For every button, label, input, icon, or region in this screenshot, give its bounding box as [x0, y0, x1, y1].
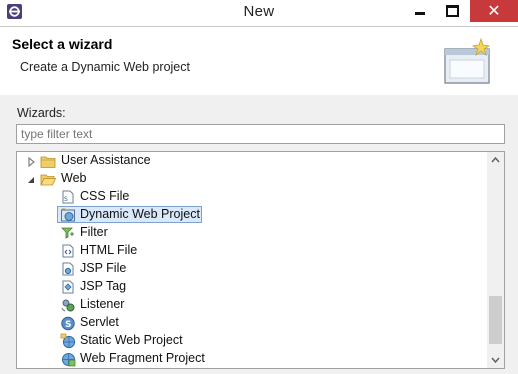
scroll-down-arrow-icon[interactable]	[487, 351, 504, 368]
tree-item-web-fragment-project[interactable]: Web Fragment Project	[17, 350, 487, 368]
banner-description: Create a Dynamic Web project	[20, 60, 190, 74]
listener-icon	[61, 299, 75, 312]
tree-item-label: Dynamic Web Project	[80, 207, 200, 221]
wizard-tree[interactable]: User Assistance Web S CSS File Dynamic W…	[16, 151, 505, 369]
tree-item-label: CSS File	[80, 189, 130, 203]
servlet-icon: S	[61, 316, 75, 331]
scroll-up-arrow-icon[interactable]	[487, 152, 504, 169]
tree-item-label: Filter	[80, 225, 108, 239]
filter-input[interactable]	[16, 124, 505, 144]
folder-open-icon	[40, 174, 56, 186]
tree-item-label: Web	[61, 171, 87, 185]
tree-item-jsp-tag[interactable]: JSP Tag	[17, 278, 487, 296]
tree-item-html-file[interactable]: HTML File	[17, 242, 487, 260]
tree-item-label: Static Web Project	[80, 333, 183, 347]
dynamic-web-project-icon	[61, 208, 75, 222]
svg-text:S: S	[65, 320, 71, 330]
wizards-label: Wizards:	[17, 106, 66, 120]
tree-item-label: HTML File	[80, 243, 138, 257]
wizard-banner: Select a wizard Create a Dynamic Web pro…	[0, 26, 518, 96]
title-bar: New ✕	[0, 0, 518, 25]
tree-item-label: JSP Tag	[80, 279, 127, 293]
tree-item-label: User Assistance	[61, 153, 151, 167]
scrollbar-thumb[interactable]	[489, 296, 502, 344]
chevron-right-icon[interactable]	[26, 157, 36, 167]
tree-item-user-assistance[interactable]: User Assistance	[17, 152, 487, 170]
jsp-tag-icon	[62, 280, 74, 294]
chevron-down-icon[interactable]	[26, 175, 36, 185]
jsp-file-icon	[62, 262, 74, 276]
html-file-icon	[62, 244, 74, 258]
folder-icon	[40, 156, 56, 168]
web-fragment-project-icon	[62, 353, 76, 367]
tree-item-label: Listener	[80, 297, 125, 311]
tree-item-label: JSP File	[80, 261, 127, 275]
static-web-project-icon	[60, 333, 76, 349]
tree-item-label: Web Fragment Project	[80, 351, 205, 365]
close-button[interactable]: ✕	[470, 0, 518, 22]
tree-item-dynamic-web-project[interactable]: Dynamic Web Project	[17, 206, 487, 224]
tree-item-servlet[interactable]: S Servlet	[17, 314, 487, 332]
maximize-button[interactable]	[437, 0, 467, 22]
wizard-content: Wizards: User Assistance Web S CSS File …	[0, 95, 518, 374]
tree-item-filter[interactable]: Filter	[17, 224, 487, 242]
svg-text:S: S	[64, 196, 68, 203]
css-file-icon: S	[62, 190, 74, 204]
banner-title: Select a wizard	[12, 36, 113, 52]
tree-item-web[interactable]: Web	[17, 170, 487, 188]
vertical-scrollbar[interactable]	[487, 152, 504, 368]
tree-item-listener[interactable]: Listener	[17, 296, 487, 314]
tree-item-static-web-project[interactable]: Static Web Project	[17, 332, 487, 350]
minimize-button[interactable]	[407, 0, 435, 22]
tree-item-jsp-file[interactable]: JSP File	[17, 260, 487, 278]
tree-item-css-file[interactable]: S CSS File	[17, 188, 487, 206]
close-icon: ✕	[487, 3, 501, 20]
tree-item-label: Servlet	[80, 315, 119, 329]
new-wizard-window-icon	[444, 37, 491, 84]
filter-icon	[61, 227, 74, 239]
